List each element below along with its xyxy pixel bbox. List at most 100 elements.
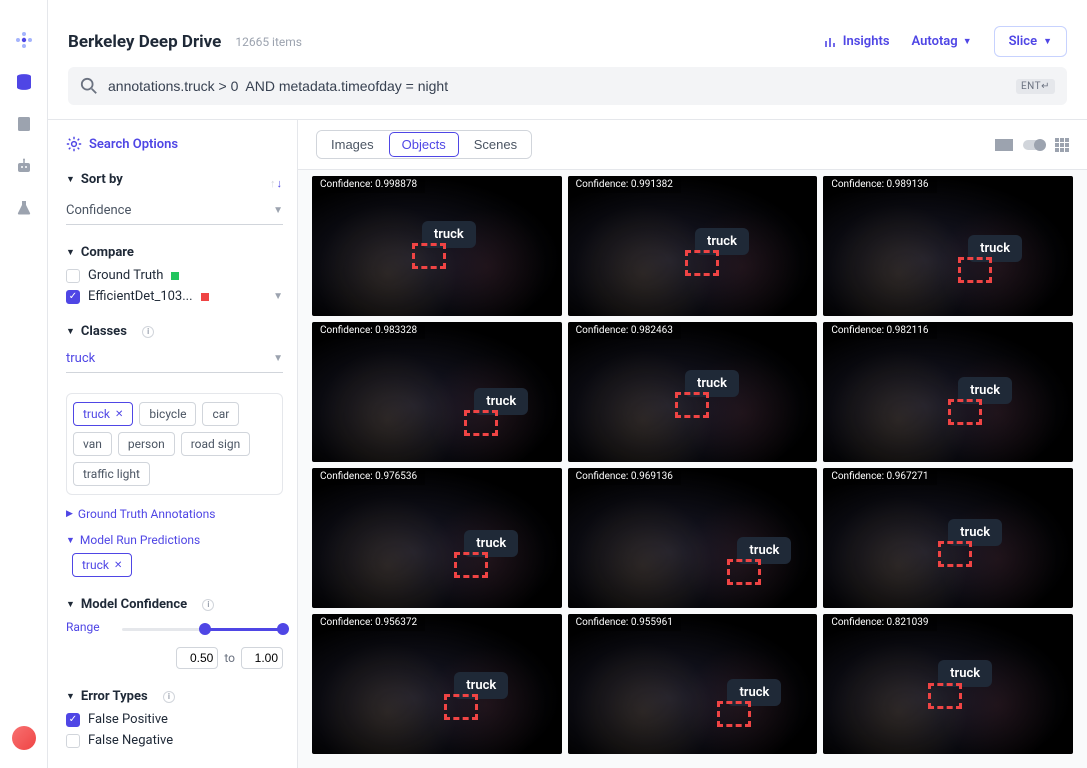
gallery-card[interactable]: Confidence: 0.982463truck [568, 322, 818, 462]
sort-section: ▼Sort by ↑↓ Confidence▼ [66, 172, 283, 225]
database-icon[interactable] [14, 72, 34, 92]
gallery-card[interactable]: Confidence: 0.967271truck [823, 468, 1073, 608]
bbox [948, 399, 982, 425]
confidence-label: Confidence: 0.989136 [823, 176, 936, 193]
chip-mr-truck[interactable]: truck✕ [72, 553, 132, 577]
logo-icon[interactable] [14, 30, 34, 50]
info-icon: i [163, 691, 175, 703]
chip-person[interactable]: person [118, 432, 175, 456]
chip-van[interactable]: van [73, 432, 112, 456]
false-negative-checkbox[interactable]: False Negative [66, 733, 283, 748]
class-tagbox: truck✕ bicycle car van person road sign … [66, 393, 283, 495]
chevron-down-icon[interactable]: ▼ [273, 291, 283, 302]
gallery-card[interactable]: Confidence: 0.976536truck [312, 468, 562, 608]
nav-rail [0, 0, 48, 768]
gallery-card[interactable]: Confidence: 0.982116truck [823, 322, 1073, 462]
view-grid-icon[interactable] [1055, 138, 1069, 152]
confidence-section: ▼Model Confidence i Range to [66, 597, 283, 669]
bbox [928, 683, 962, 709]
gallery-card[interactable]: Confidence: 0.955961truck [568, 614, 818, 754]
classes-section: ▼Classes i truck▼ truck✕ bicycle car van… [66, 324, 283, 577]
gear-icon [66, 136, 82, 152]
confidence-label: Confidence: 0.976536 [312, 468, 425, 485]
item-count: 12665 items [235, 35, 302, 49]
tab-scenes[interactable]: Scenes [460, 131, 531, 158]
autotag-button[interactable]: Autotag ▼ [912, 34, 972, 49]
errors-section: ▼Error Types i ✓False Positive False Neg… [66, 689, 283, 748]
gallery-card[interactable]: Confidence: 0.969136truck [568, 468, 818, 608]
gallery-card[interactable]: Confidence: 0.956372truck [312, 614, 562, 754]
info-icon: i [142, 326, 154, 338]
compare-ground-truth[interactable]: Ground Truth [66, 268, 283, 283]
bbox [727, 559, 761, 585]
search-icon [80, 77, 98, 95]
book-icon[interactable] [14, 114, 34, 134]
bbox [444, 694, 478, 720]
chip-road-sign[interactable]: road sign [181, 432, 251, 456]
close-icon[interactable]: ✕ [115, 409, 123, 420]
confidence-label: Confidence: 0.982116 [823, 322, 936, 339]
chip-traffic-light[interactable]: traffic light [73, 462, 150, 486]
bbox [685, 250, 719, 276]
close-icon[interactable]: ✕ [114, 560, 122, 571]
classes-header[interactable]: ▼Classes i [66, 324, 283, 339]
sort-header[interactable]: ▼Sort by [66, 172, 123, 187]
confidence-label: Confidence: 0.983328 [312, 322, 425, 339]
model-run-link[interactable]: ▼Model Run Predictions [66, 533, 283, 547]
chevron-down-icon: ▼ [1043, 36, 1052, 47]
search-bar[interactable]: ENT↵ [68, 67, 1067, 105]
bbox [717, 701, 751, 727]
slice-button[interactable]: Slice ▼ [994, 26, 1067, 57]
gallery-card[interactable]: Confidence: 0.991382truck [568, 176, 818, 316]
compare-header[interactable]: ▼Compare [66, 245, 283, 260]
confidence-header[interactable]: ▼Model Confidence i [66, 597, 283, 612]
bbox [464, 410, 498, 436]
chip-bicycle[interactable]: bicycle [139, 402, 196, 426]
gallery-card[interactable]: Confidence: 0.989136truck [823, 176, 1073, 316]
chip-car[interactable]: car [202, 402, 239, 426]
compare-section: ▼Compare Ground Truth ✓ EfficientDet_103… [66, 245, 283, 304]
confidence-label: Confidence: 0.991382 [568, 176, 681, 193]
search-options-link[interactable]: Search Options [66, 136, 283, 152]
chip-truck[interactable]: truck✕ [73, 402, 133, 426]
class-select[interactable]: truck▼ [66, 347, 283, 373]
info-icon: i [202, 599, 214, 611]
search-input[interactable] [108, 78, 1006, 94]
confidence-label: Confidence: 0.956372 [312, 614, 425, 631]
confidence-label: Confidence: 0.955961 [568, 614, 681, 631]
sort-select[interactable]: Confidence▼ [66, 199, 283, 225]
robot-icon[interactable] [14, 156, 34, 176]
errors-header[interactable]: ▼Error Types i [66, 689, 283, 704]
gallery-toolbar: Images Objects Scenes [298, 120, 1087, 170]
view-single-icon[interactable] [995, 139, 1013, 151]
compare-efficientdet[interactable]: ✓ EfficientDet_103... ▼ [66, 289, 283, 304]
confidence-label: Confidence: 0.982463 [568, 322, 681, 339]
flask-icon[interactable] [14, 198, 34, 218]
bbox [454, 552, 488, 578]
tab-objects[interactable]: Objects [389, 132, 459, 157]
confidence-label: Confidence: 0.969136 [568, 468, 681, 485]
confidence-from[interactable] [176, 647, 218, 669]
insights-button[interactable]: Insights [824, 34, 890, 49]
chart-icon [824, 35, 838, 49]
confidence-label: Confidence: 0.967271 [823, 468, 936, 485]
bbox [412, 243, 446, 269]
gt-annotations-link[interactable]: ▶Ground Truth Annotations [66, 507, 283, 521]
bbox [675, 392, 709, 418]
bbox [958, 257, 992, 283]
view-toggle-icon[interactable] [1023, 140, 1045, 150]
confidence-slider[interactable] [122, 623, 283, 637]
gallery-card[interactable]: Confidence: 0.821039truck [823, 614, 1073, 754]
confidence-to[interactable] [241, 647, 283, 669]
sort-direction[interactable]: ↑↓ [270, 177, 283, 190]
sidebar: Search Options ▼Sort by ↑↓ Confidence▼ ▼… [48, 120, 298, 768]
view-tabs: Images Objects Scenes [316, 130, 532, 159]
false-positive-checkbox[interactable]: ✓False Positive [66, 712, 283, 727]
gallery-grid: Confidence: 0.998878truckConfidence: 0.9… [298, 170, 1087, 768]
avatar[interactable] [12, 726, 36, 750]
gallery-card[interactable]: Confidence: 0.998878truck [312, 176, 562, 316]
tab-images[interactable]: Images [317, 131, 388, 158]
gallery-card[interactable]: Confidence: 0.983328truck [312, 322, 562, 462]
confidence-label: Confidence: 0.821039 [823, 614, 936, 631]
enter-hint: ENT↵ [1016, 79, 1055, 94]
